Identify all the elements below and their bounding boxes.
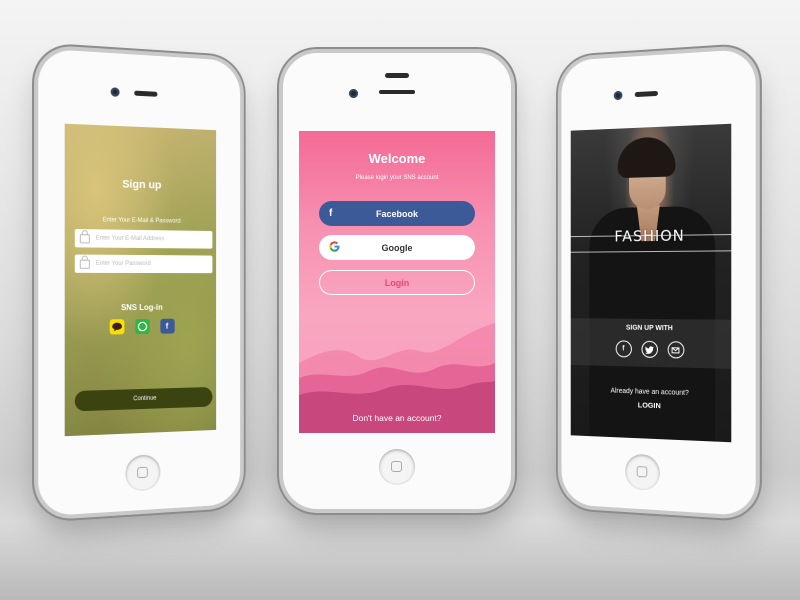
lock-icon [79,233,90,243]
home-button[interactable] [125,454,161,492]
welcome-screen: Welcome Please login your SNS account f … [299,131,495,433]
signup-screen: Sign up Enter Your E-Mail & Password Ent… [64,123,217,437]
facebook-button-label: Facebook [375,208,418,219]
brand-title: FASHION [614,226,685,246]
front-camera [110,87,120,97]
social-icon-row: f [571,340,732,360]
front-camera [613,90,623,101]
sns-icon-row: f [65,318,216,335]
signup-title: Sign up [122,178,162,192]
facebook-icon[interactable]: f [159,318,175,334]
password-field[interactable]: Enter Your Password [74,254,213,274]
speaker-grille [634,90,658,98]
signup-prompt-link[interactable]: Don't have an account? [299,413,495,423]
phone-left: Sign up Enter Your E-Mail & Password Ent… [38,48,241,517]
google-icon [329,240,340,255]
home-button[interactable] [625,453,660,492]
facebook-login-button[interactable]: f Facebook [319,201,475,226]
facebook-icon[interactable]: f [615,340,632,358]
front-camera [349,89,358,98]
email-field[interactable]: Enter Your E-Mail Address [74,229,213,249]
earpiece [379,90,415,94]
phone-center: Welcome Please login your SNS account f … [283,53,511,509]
welcome-subtitle: Please login your SNS account [355,175,439,181]
home-button[interactable] [379,449,415,485]
welcome-title: Welcome [368,151,426,166]
password-placeholder: Enter Your Password [95,260,151,268]
facebook-icon: f [329,208,333,219]
fashion-screen: FASHION SIGN UP WITH f Already have an a… [570,123,732,443]
whatsapp-icon[interactable] [134,318,150,335]
login-button[interactable]: Login [319,270,475,295]
continue-button[interactable]: Continue [74,386,213,412]
email-icon[interactable] [667,341,684,359]
twitter-icon[interactable] [641,340,658,359]
lock-icon [79,259,90,269]
speaker-grille [385,73,409,78]
sns-login-label: SNS Log-in [120,302,163,313]
google-login-button[interactable]: Google [319,235,475,260]
kakao-talk-icon[interactable] [109,319,124,335]
google-button-label: Google [381,242,413,253]
phone-right: FASHION SIGN UP WITH f Already have an a… [561,48,756,517]
email-placeholder: Enter Your E-Mail Address [95,235,165,243]
model-hair [617,136,676,179]
signup-subtitle: Enter Your E-Mail & Password [102,217,181,225]
speaker-grille [134,90,158,97]
